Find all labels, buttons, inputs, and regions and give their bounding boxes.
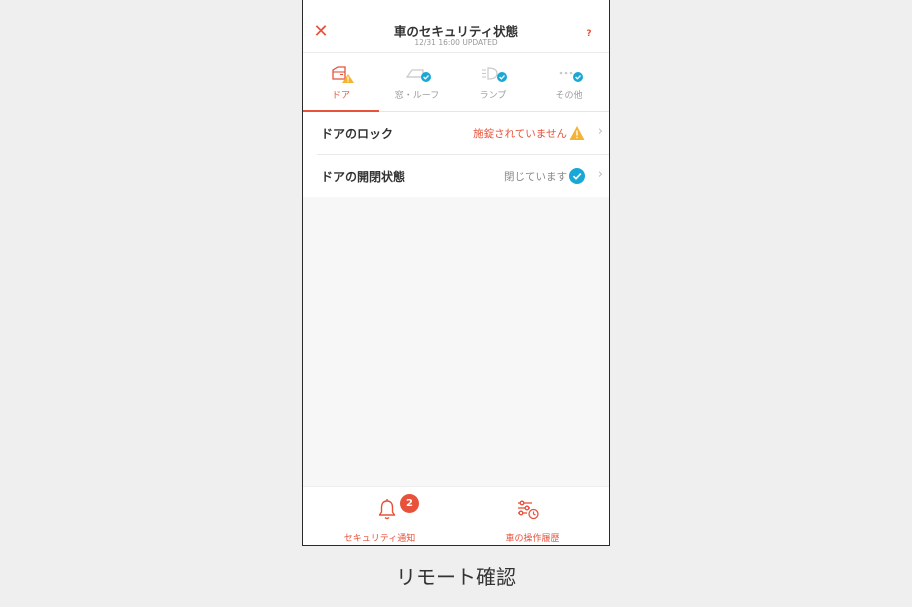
tab-label: ランプ xyxy=(479,91,507,101)
security-notification-button[interactable]: 2 セキュリティ通知 xyxy=(303,487,456,545)
bell-icon xyxy=(378,499,396,520)
operation-history-button[interactable]: 車の操作履歴 xyxy=(456,487,609,545)
tab-window-roof[interactable]: 窓・ルーフ xyxy=(379,53,455,111)
tab-label: その他 xyxy=(555,91,583,101)
tab-label: 窓・ルーフ xyxy=(394,91,440,101)
list-item-door-open-state[interactable]: ドアの開閉状態 閉じています › xyxy=(317,155,609,197)
bottom-nav-label: セキュリティ通知 xyxy=(343,534,416,544)
more-icon xyxy=(559,71,583,82)
row-status: 閉じています xyxy=(504,171,567,183)
lamp-icon xyxy=(482,67,507,82)
row-status: 施錠されていません xyxy=(473,128,567,140)
notification-badge: 2 xyxy=(400,494,419,513)
bottom-nav: 2 セキュリティ通知 車の操作履歴 xyxy=(303,486,609,545)
tab-other[interactable]: その他 xyxy=(531,53,607,111)
row-label: ドアの開閉状態 xyxy=(321,170,406,184)
chevron-right-icon: › xyxy=(597,167,603,182)
check-circle-icon xyxy=(569,168,585,184)
app-header: ✕ 車のセキュリティ状態 12/31 16:00 UPDATED ? xyxy=(303,0,609,53)
tab-door[interactable]: ドア xyxy=(303,53,379,112)
warning-icon xyxy=(569,126,585,140)
window-icon xyxy=(405,69,431,82)
tab-label: ドア xyxy=(331,91,350,101)
status-list: ドアのロック 施錠されていません › ドアの開閉状態 閉じています › xyxy=(303,112,609,197)
help-button[interactable]: ? xyxy=(581,26,597,42)
row-label: ドアのロック xyxy=(321,127,394,141)
updated-timestamp: 12/31 16:00 UPDATED xyxy=(414,38,498,47)
phone-screen: ✕ 車のセキュリティ状態 12/31 16:00 UPDATED ? ドア 窓・… xyxy=(302,0,610,546)
history-icon xyxy=(518,500,539,520)
category-tabs: ドア 窓・ルーフ ランプ その他 xyxy=(303,53,609,112)
tab-lamp[interactable]: ランプ xyxy=(455,53,531,111)
door-icon xyxy=(332,66,354,83)
bottom-nav-label: 車の操作履歴 xyxy=(505,534,560,544)
screen-caption: リモート確認 xyxy=(396,565,516,589)
list-item-door-lock[interactable]: ドアのロック 施錠されていません › xyxy=(317,112,609,155)
chevron-right-icon: › xyxy=(597,124,603,139)
